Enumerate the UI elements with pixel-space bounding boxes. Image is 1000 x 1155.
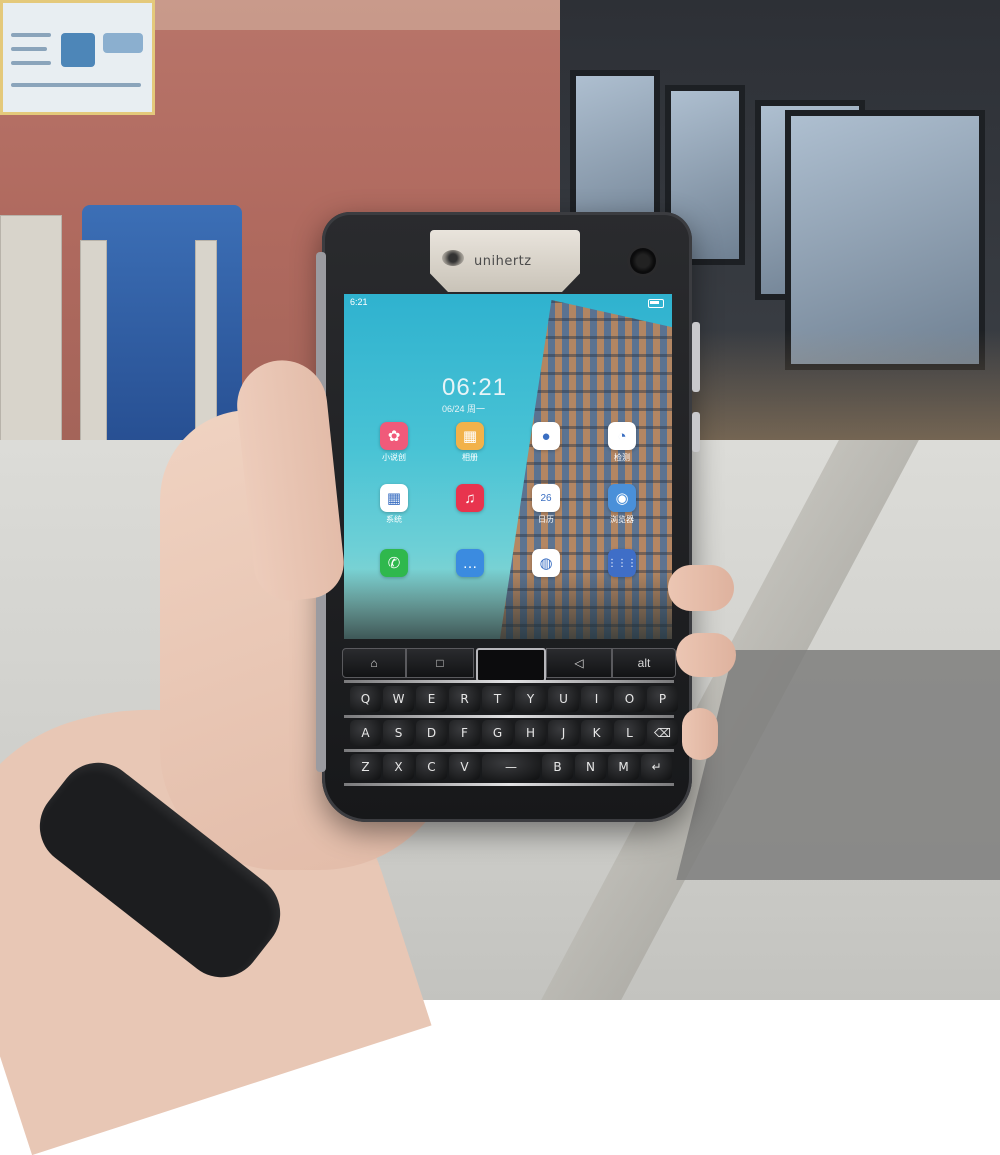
brand-logo: unihertz — [474, 254, 532, 269]
key-x[interactable]: X — [383, 754, 414, 780]
app-glyph-icon: ⋮⋮⋮ — [607, 549, 637, 577]
volume-button[interactable] — [692, 322, 700, 392]
key-m[interactable]: M — [608, 754, 639, 780]
app-icon-3[interactable]: ● — [516, 422, 576, 462]
railing — [80, 240, 107, 452]
fingerprint-sensor[interactable] — [476, 648, 546, 682]
app-glyph-icon: … — [456, 549, 484, 577]
key-enter[interactable]: ↵ — [641, 754, 672, 780]
date-widget: 06/24 周一 — [442, 404, 486, 414]
floor-mat — [676, 650, 1000, 880]
back-button[interactable]: ◁ — [546, 648, 612, 678]
app-label: 日历 — [538, 515, 554, 524]
key-s[interactable]: S — [383, 720, 414, 746]
finger — [682, 708, 718, 760]
railing — [0, 215, 62, 447]
phone: unihertz 6:21 06:21 06/24 周一 ✿ 小说创 ▦ 相册 ● ◔ 检测… — [316, 212, 700, 822]
recents-button[interactable]: □ — [406, 648, 474, 678]
key-k[interactable]: K — [581, 720, 612, 746]
key-row-3: Z X C V — B N M ↵ — [340, 752, 680, 782]
home-screen[interactable]: 6:21 06:21 06/24 周一 ✿ 小说创 ▦ 相册 ● ◔ 检测 ▦ 系统 ♫ 26 日历 ◉… — [344, 294, 672, 639]
app-glyph-icon: ● — [532, 422, 560, 450]
key-c[interactable]: C — [416, 754, 447, 780]
key-y[interactable]: Y — [515, 686, 546, 712]
app-label: 小说创 — [382, 453, 406, 462]
app-icon-12[interactable]: ⋮⋮⋮ — [592, 549, 652, 589]
power-button[interactable] — [692, 412, 700, 452]
key-z[interactable]: Z — [350, 754, 381, 780]
top-plate: unihertz — [430, 230, 580, 292]
finger — [668, 565, 734, 611]
key-r[interactable]: R — [449, 686, 480, 712]
key-v[interactable]: V — [449, 754, 480, 780]
key-row-1: QWERTYUIOP — [340, 684, 680, 714]
key-g[interactable]: G — [482, 720, 513, 746]
app-glyph-icon: ▦ — [380, 484, 408, 512]
app-icon-11[interactable]: ◍ — [516, 549, 576, 589]
app-label — [440, 514, 500, 524]
app-glyph-icon: ♫ — [456, 484, 484, 512]
key-backspace[interactable]: ⌫ — [647, 720, 678, 746]
key-h[interactable]: H — [515, 720, 546, 746]
app-icon-4[interactable]: ◔ 检测 — [592, 422, 652, 462]
app-icon-1[interactable]: ✿ 小说创 — [364, 422, 424, 462]
wall-poster — [0, 0, 155, 115]
app-icon-2[interactable]: ▦ 相册 — [440, 422, 500, 462]
nav-row: ⌂ □ ◁ alt — [342, 648, 676, 682]
key-n[interactable]: N — [575, 754, 606, 780]
key-space[interactable]: — — [482, 754, 540, 780]
app-icon-6[interactable]: ♫ — [440, 484, 500, 524]
app-glyph-icon: ◍ — [532, 549, 560, 577]
front-camera-icon — [630, 248, 656, 274]
key-p[interactable]: P — [647, 686, 678, 712]
finger — [676, 633, 736, 677]
app-icon-5[interactable]: ▦ 系统 — [364, 484, 424, 524]
app-icon-9[interactable]: ✆ — [364, 549, 424, 589]
app-label — [364, 579, 424, 589]
status-time: 6:21 — [350, 297, 368, 307]
key-e[interactable]: E — [416, 686, 447, 712]
app-icon-10[interactable]: … — [440, 549, 500, 589]
key-i[interactable]: I — [581, 686, 612, 712]
key-d[interactable]: D — [416, 720, 447, 746]
app-glyph-icon: ◉ — [608, 484, 636, 512]
app-label — [592, 579, 652, 589]
key-u[interactable]: U — [548, 686, 579, 712]
app-glyph-icon: ◔ — [608, 422, 636, 450]
app-icon-7[interactable]: 26 日历 — [516, 484, 576, 524]
app-glyph-icon: ✆ — [380, 549, 408, 577]
key-q[interactable]: Q — [350, 686, 381, 712]
battery-icon — [648, 299, 664, 308]
app-label — [516, 579, 576, 589]
qwerty-keyboard: ⌂ □ ◁ alt Q W E R T Y U I O P A S D F G H J K L ⌫ Z X C V — B N M ↵ — [334, 640, 680, 800]
key-w[interactable]: W — [383, 686, 414, 712]
home-button[interactable]: ⌂ — [342, 648, 406, 678]
clock-widget[interactable]: 06:21 — [442, 374, 507, 402]
app-glyph-icon: ▦ — [456, 422, 484, 450]
key-l[interactable]: L — [614, 720, 645, 746]
app-label — [516, 452, 576, 462]
rear-camera-icon — [442, 250, 464, 266]
key-f[interactable]: F — [449, 720, 480, 746]
app-label: 浏览器 — [610, 515, 634, 524]
fret-line — [344, 783, 674, 786]
app-label — [440, 579, 500, 589]
key-j[interactable]: J — [548, 720, 579, 746]
app-label: 系统 — [386, 515, 402, 524]
app-label: 检测 — [614, 453, 630, 462]
key-o[interactable]: O — [614, 686, 645, 712]
key-row-2: A S D F G H J K L ⌫ — [340, 718, 680, 748]
alt-key[interactable]: alt — [612, 648, 676, 678]
key-t[interactable]: T — [482, 686, 513, 712]
app-label: 相册 — [462, 453, 478, 462]
key-a[interactable]: A — [350, 720, 381, 746]
app-glyph-icon: 26 — [532, 484, 560, 512]
app-icon-8[interactable]: ◉ 浏览器 — [592, 484, 652, 524]
app-glyph-icon: ✿ — [380, 422, 408, 450]
fret-line — [344, 680, 674, 683]
key-b[interactable]: B — [542, 754, 573, 780]
